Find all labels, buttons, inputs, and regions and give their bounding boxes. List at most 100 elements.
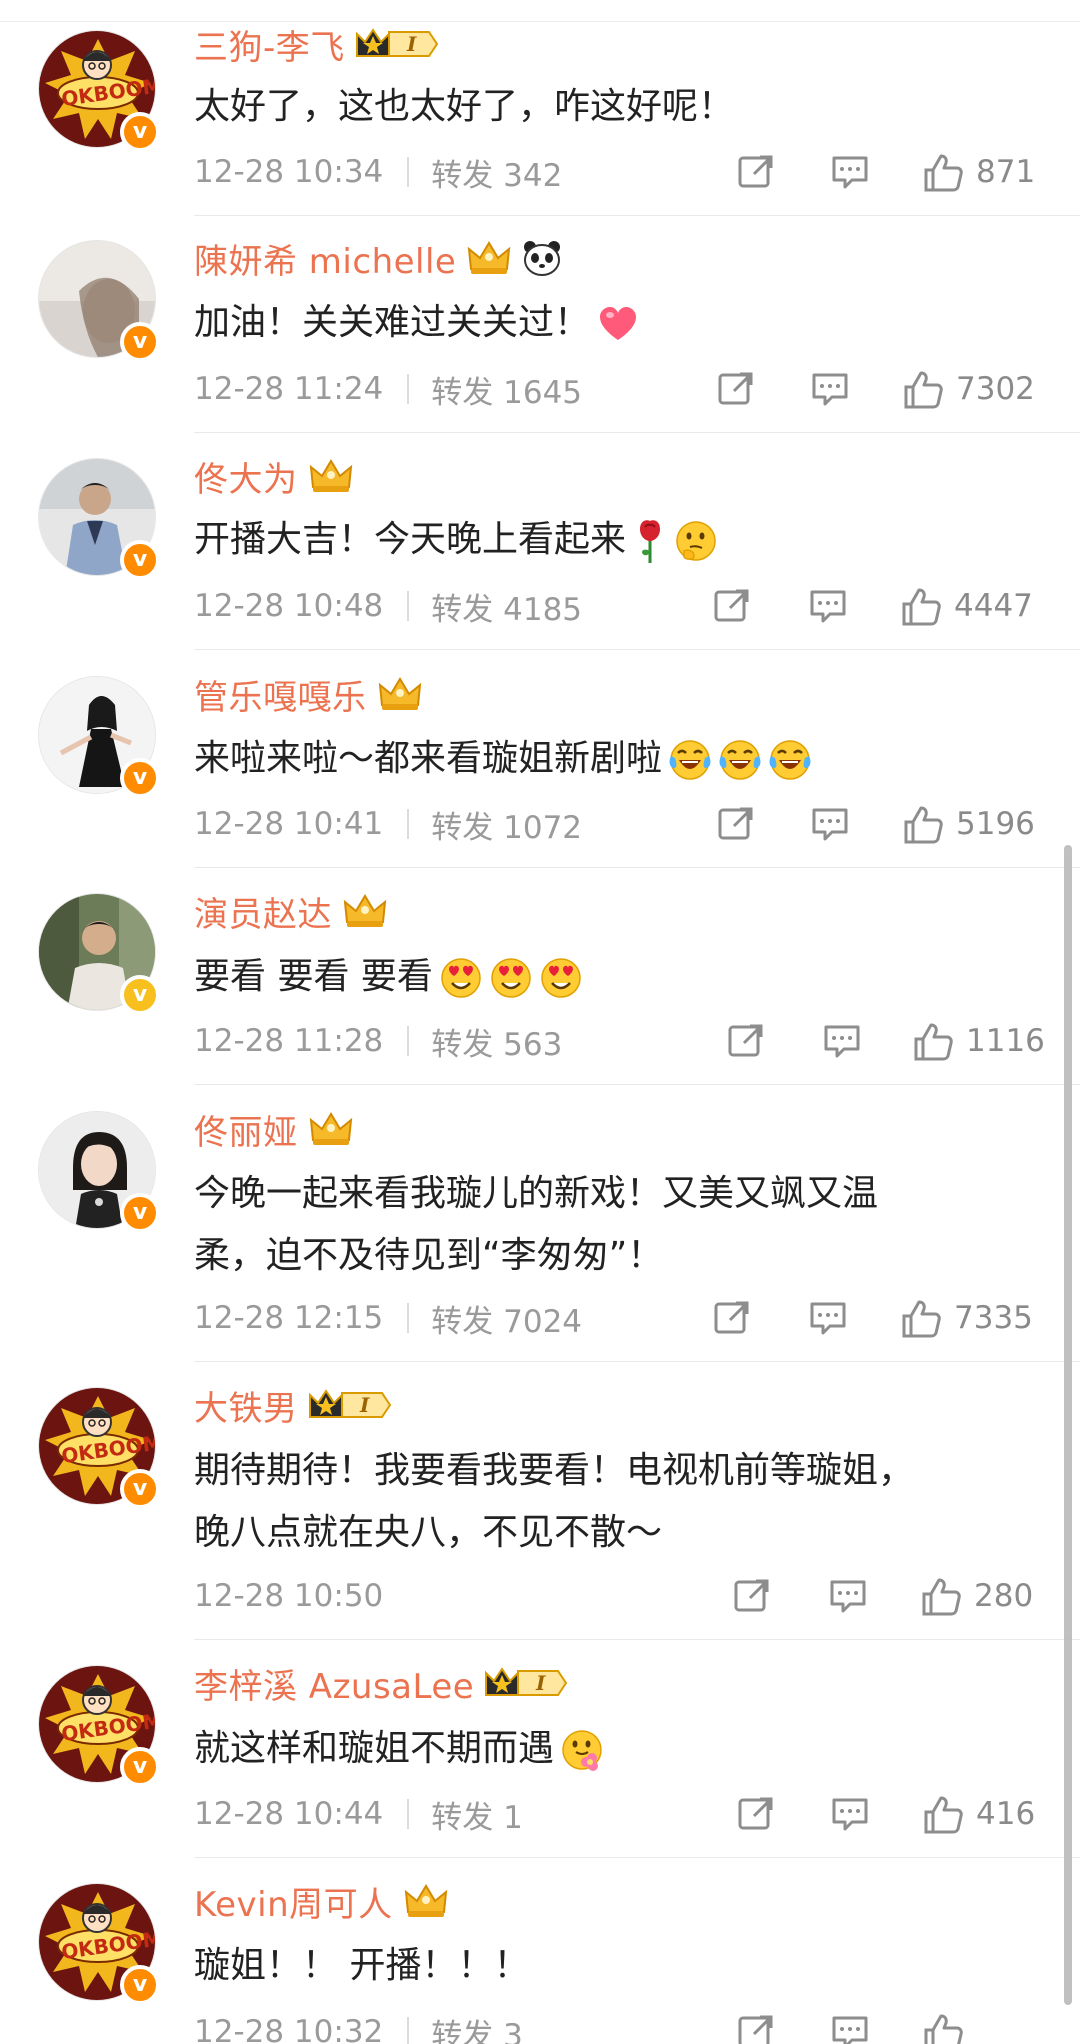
repost-count[interactable]: 转发 7024 bbox=[431, 1296, 582, 1341]
repost-share-icon[interactable] bbox=[716, 804, 756, 844]
comment-icon[interactable] bbox=[830, 2012, 870, 2044]
username-row: 佟大为 bbox=[194, 452, 354, 501]
like-thumb-icon[interactable] bbox=[902, 369, 944, 411]
like-count: 7302 bbox=[956, 371, 1035, 407]
comment-text: 就这样和璇姐不期而遇 bbox=[194, 1718, 1054, 1780]
timestamp: 12-28 11:28 bbox=[194, 1023, 384, 1059]
username[interactable]: 演员赵达 bbox=[194, 887, 332, 936]
avatar[interactable]: v bbox=[38, 1111, 160, 1233]
comment-icon[interactable] bbox=[808, 586, 848, 626]
like-thumb-icon[interactable] bbox=[922, 152, 964, 194]
username[interactable]: 李梓溪 AzusaLee bbox=[194, 1659, 474, 1708]
username[interactable]: 管乐嘎嘎乐 bbox=[194, 670, 367, 719]
repost-share-icon[interactable] bbox=[736, 2012, 776, 2044]
repost-count[interactable]: 转发 342 bbox=[431, 150, 562, 195]
like-thumb-icon[interactable] bbox=[922, 2012, 964, 2044]
comment-text-line: 期待期待！我要看我要看！电视机前等璇姐， bbox=[194, 1450, 915, 1491]
top-edge bbox=[0, 0, 1080, 22]
username[interactable]: 佟大为 bbox=[194, 452, 298, 501]
repost-count[interactable]: 转发 3 bbox=[431, 2010, 523, 2044]
timestamp: 12-28 10:50 bbox=[194, 1578, 384, 1614]
comment-text-content: 璇姐！！ 开播！！！ bbox=[194, 1945, 530, 1986]
rose-emoji-icon bbox=[632, 517, 668, 565]
king-crown-level-icon: I bbox=[308, 1385, 392, 1425]
avatar[interactable]: OKBOOM! v bbox=[38, 30, 160, 152]
comment-meta: 12-28 10:48 转发 4185 bbox=[194, 584, 1080, 628]
like-thumb-icon[interactable] bbox=[920, 1576, 962, 1618]
avatar[interactable]: OKBOOM! v bbox=[38, 1387, 160, 1509]
like-thumb-icon[interactable] bbox=[900, 1298, 942, 1340]
verified-v-icon: v bbox=[120, 540, 160, 580]
comment-icon[interactable] bbox=[830, 152, 870, 192]
comment-icon[interactable] bbox=[810, 369, 850, 409]
like-thumb-icon[interactable] bbox=[900, 586, 942, 628]
avatar[interactable]: v bbox=[38, 893, 160, 1015]
username[interactable]: 佟丽娅 bbox=[194, 1105, 298, 1154]
repost-count[interactable]: 转发 1645 bbox=[431, 367, 582, 412]
username[interactable]: 三狗-李飞 bbox=[194, 20, 345, 69]
avatar[interactable]: OKBOOM! v bbox=[38, 1883, 160, 2005]
username[interactable]: 陳妍希 michelle bbox=[194, 234, 456, 283]
repost-share-icon[interactable] bbox=[712, 1298, 752, 1338]
repost-count[interactable]: 转发 1072 bbox=[431, 802, 582, 847]
like-count: 871 bbox=[976, 154, 1036, 190]
like-count: 280 bbox=[974, 1578, 1034, 1614]
meta-separator bbox=[407, 809, 410, 839]
like-thumb-icon[interactable] bbox=[902, 804, 944, 846]
username-row: 三狗-李飞 I bbox=[194, 20, 439, 69]
repost-share-icon[interactable] bbox=[712, 586, 752, 626]
comment-icon[interactable] bbox=[808, 1298, 848, 1338]
verified-v-icon: v bbox=[120, 322, 160, 362]
heart-eyes-emoji-icon bbox=[439, 956, 483, 1000]
comment-icon[interactable] bbox=[822, 1021, 862, 1061]
timestamp: 12-28 10:44 bbox=[194, 1796, 384, 1832]
svg-text:I: I bbox=[535, 1671, 546, 1695]
comment-icon[interactable] bbox=[810, 804, 850, 844]
comment-text-content: 要看 要看 要看 bbox=[194, 956, 433, 997]
avatar[interactable]: v bbox=[38, 676, 160, 798]
gold-crown-icon bbox=[466, 239, 512, 277]
comment-icon[interactable] bbox=[830, 1794, 870, 1834]
repost-count[interactable]: 转发 1 bbox=[431, 1792, 523, 1837]
comment-divider bbox=[194, 1639, 1080, 1640]
repost-count[interactable]: 转发 563 bbox=[431, 1019, 562, 1064]
comment-text: 要看 要看 要看 bbox=[194, 946, 1054, 1008]
comment-text: 来啦来啦～都来看璇姐新剧啦 bbox=[194, 728, 1054, 790]
comment-text: 开播大吉！今天晚上看起来 bbox=[194, 509, 1054, 571]
timestamp: 12-28 10:34 bbox=[194, 154, 384, 190]
gold-crown-icon bbox=[403, 1882, 449, 1920]
comment-text-content: 开播大吉！今天晚上看起来 bbox=[194, 519, 627, 560]
avatar[interactable]: v bbox=[38, 458, 160, 580]
repost-share-icon[interactable] bbox=[716, 369, 756, 409]
comment-icon[interactable] bbox=[828, 1576, 868, 1616]
repost-count[interactable]: 转发 4185 bbox=[431, 584, 582, 629]
avatar[interactable]: OKBOOM! v bbox=[38, 1665, 160, 1787]
svg-text:I: I bbox=[406, 32, 417, 56]
heart-eyes-emoji-icon bbox=[539, 956, 583, 1000]
heart-eyes-emoji-icon bbox=[489, 956, 533, 1000]
gold-crown-icon bbox=[308, 457, 354, 495]
like-thumb-icon[interactable] bbox=[922, 1794, 964, 1836]
comment-meta: 12-28 11:24 转发 1645 bbox=[194, 367, 1080, 411]
username-row: 佟丽娅 bbox=[194, 1105, 354, 1154]
like-count: 416 bbox=[976, 1796, 1036, 1832]
meta-separator bbox=[407, 1799, 410, 1829]
heart-emoji-icon bbox=[596, 302, 640, 346]
meta-separator bbox=[407, 1026, 410, 1056]
comment-divider bbox=[194, 215, 1080, 216]
scrollbar[interactable] bbox=[1064, 845, 1072, 2005]
verified-v-icon: v bbox=[120, 1193, 160, 1233]
repost-share-icon[interactable] bbox=[736, 1794, 776, 1834]
username-row: 陳妍希 michelle bbox=[194, 234, 562, 283]
like-thumb-icon[interactable] bbox=[912, 1021, 954, 1063]
meta-separator bbox=[407, 591, 410, 621]
username[interactable]: Kevin周可人 bbox=[194, 1877, 393, 1926]
repost-share-icon[interactable] bbox=[726, 1021, 766, 1061]
repost-share-icon[interactable] bbox=[736, 152, 776, 192]
laugh-cry-emoji-icon bbox=[668, 738, 712, 782]
avatar[interactable]: v bbox=[38, 240, 160, 362]
thinking-emoji-icon bbox=[674, 519, 718, 563]
username[interactable]: 大铁男 bbox=[194, 1381, 298, 1430]
repost-share-icon[interactable] bbox=[732, 1576, 772, 1616]
like-count: 1116 bbox=[966, 1023, 1045, 1059]
